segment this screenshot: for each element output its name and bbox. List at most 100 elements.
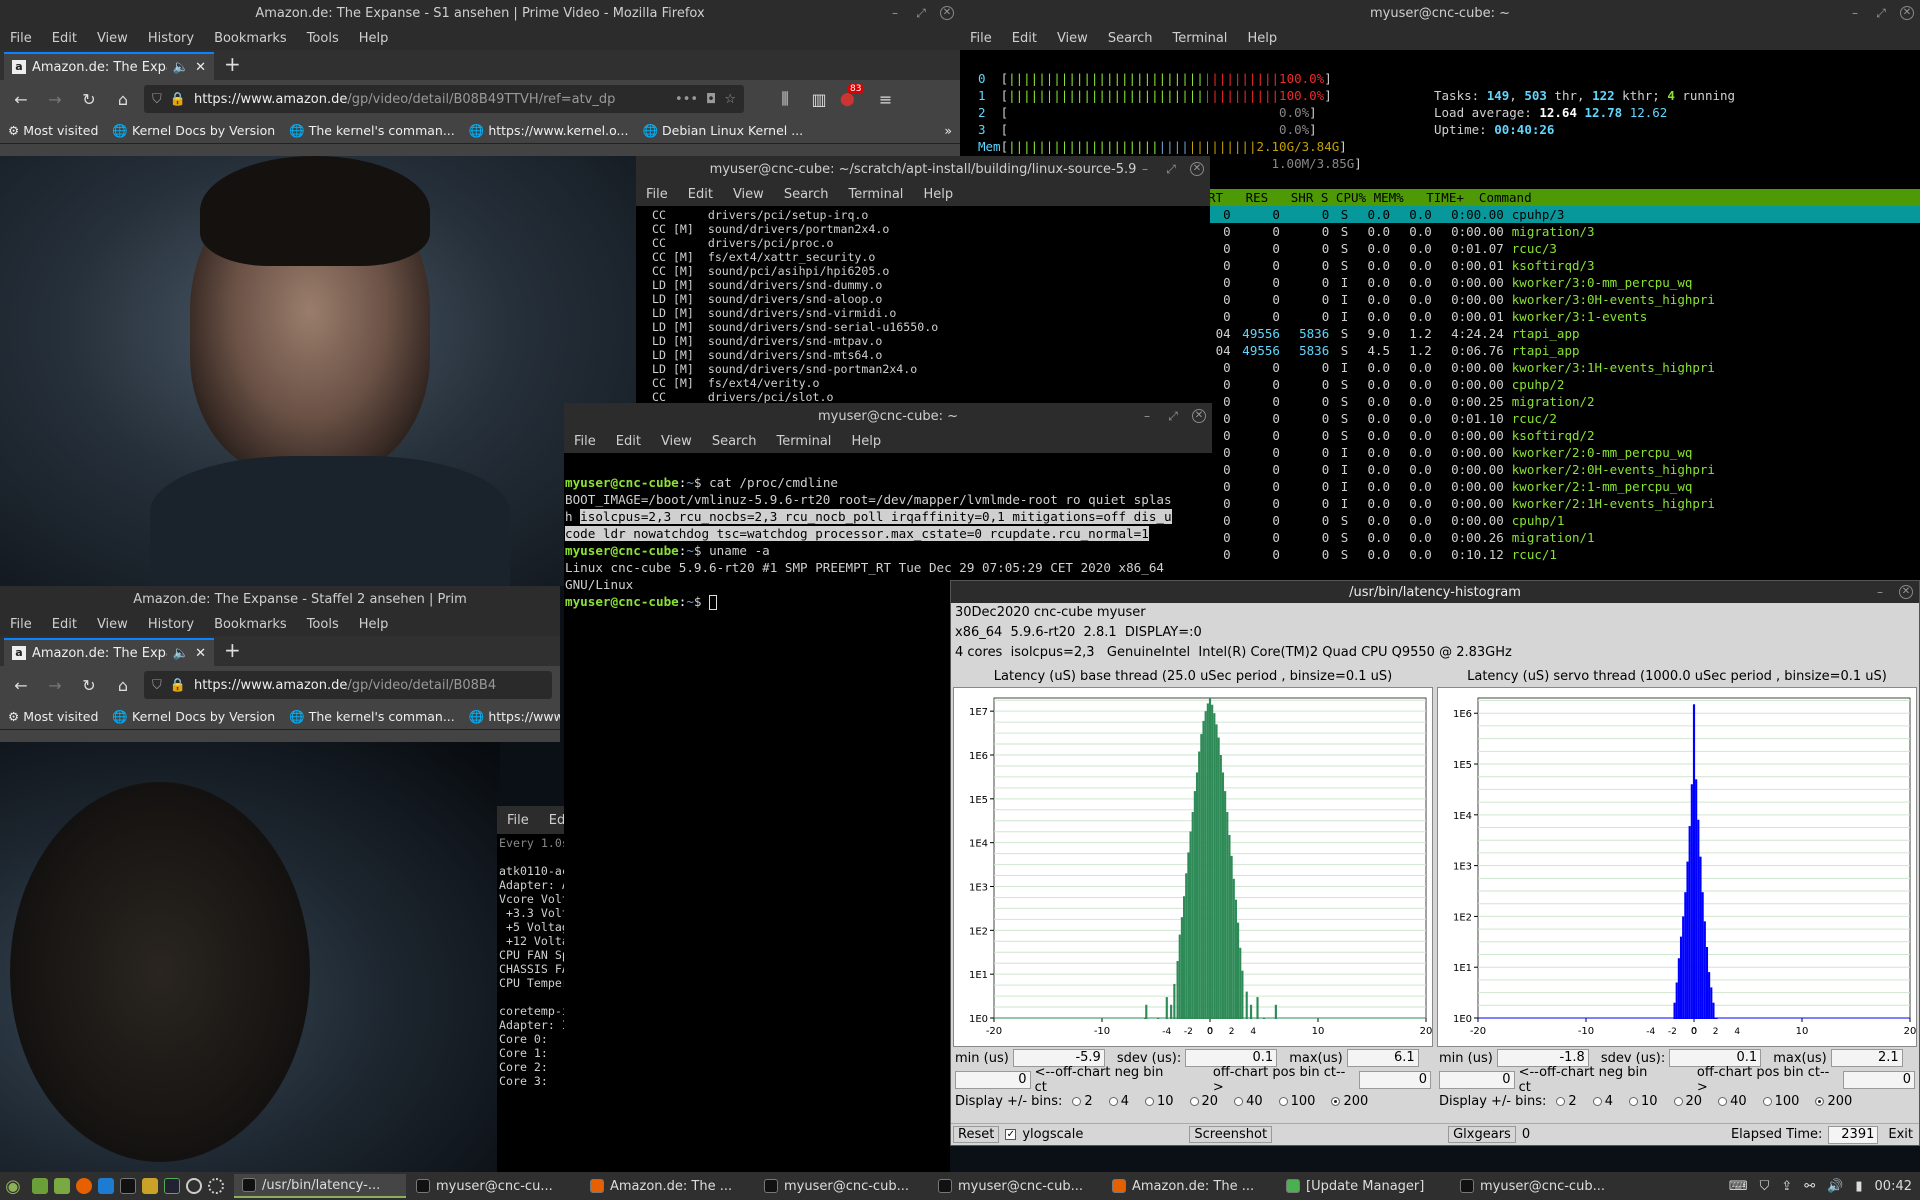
menu-help[interactable]: Help — [359, 617, 389, 632]
speaker-icon[interactable]: 🔈 — [173, 60, 189, 75]
menu-file[interactable]: File — [646, 187, 668, 202]
menu-file[interactable]: File — [10, 617, 32, 632]
process-row[interactable]: 04 49556 5836 S 4.5 1.2 0:06.76 rtapi_app — [1208, 342, 1920, 359]
minimize-icon[interactable]: – — [888, 6, 902, 20]
chevron-right-icon[interactable]: » — [944, 123, 952, 138]
taskbar-task[interactable]: myuser@cnc-cu... — [408, 1174, 580, 1198]
reload-icon[interactable]: ↻ — [76, 90, 102, 109]
star-icon[interactable]: ☆ — [724, 92, 736, 107]
keyboard-icon[interactable]: ⌨ — [1729, 1179, 1748, 1194]
menu-help[interactable]: Help — [359, 31, 389, 46]
hamburger-menu-icon[interactable]: ≡ — [873, 90, 899, 109]
minimize-icon[interactable]: – — [1873, 585, 1887, 599]
bins-radio-100[interactable] — [1762, 1097, 1772, 1106]
bins-radio-10[interactable] — [1628, 1097, 1638, 1106]
power-icon[interactable] — [186, 1178, 202, 1194]
process-row[interactable]: 0 0 0 S 0.0 0.0 0:00.01 ksoftirqd/3 — [1208, 257, 1920, 274]
bins-radio-200[interactable] — [1331, 1097, 1341, 1106]
process-row[interactable]: 0 0 0 I 0.0 0.0 0:00.00 kworker/2:0H-events_hig… — [1208, 461, 1920, 478]
menu-edit[interactable]: Edit — [52, 31, 77, 46]
pocket-icon[interactable]: ◘ — [706, 92, 716, 107]
shield-icon[interactable]: ⛉ — [152, 678, 162, 693]
new-tab-icon[interactable]: + — [214, 638, 251, 666]
menu-tools[interactable]: Tools — [307, 617, 339, 632]
taskbar-task[interactable]: myuser@cnc-cub... — [756, 1174, 928, 1198]
menu-view[interactable]: View — [661, 434, 692, 449]
forward-icon[interactable]: → — [42, 90, 68, 109]
tab-close-icon[interactable]: ✕ — [195, 60, 206, 75]
reload-icon[interactable]: ↻ — [76, 676, 102, 695]
process-row[interactable]: 0 0 0 S 0.0 0.0 0:00.00 ksoftirqd/2 — [1208, 427, 1920, 444]
menu-history[interactable]: History — [148, 617, 194, 632]
maximize-icon[interactable]: ⤢ — [1166, 409, 1180, 423]
bookmark-item[interactable]: 🌐 Kernel Docs by Version — [112, 123, 275, 139]
process-row[interactable]: 0 0 0 S 0.0 0.0 0:00.25 migration/2 — [1208, 393, 1920, 410]
reset-button[interactable]: Reset — [953, 1126, 1000, 1143]
menu-help[interactable]: Help — [851, 434, 881, 449]
speaker-icon[interactable]: 🔈 — [173, 646, 189, 661]
bookmark-item[interactable]: 🌐 https://www — [469, 709, 560, 725]
menu-view[interactable]: View — [97, 31, 128, 46]
tab-amazon[interactable]: aAmazon.de: The Expanse🔈✕ — [4, 638, 214, 666]
shield-icon[interactable]: ⛉ — [152, 92, 162, 107]
bins-radio-2[interactable] — [1072, 1097, 1082, 1106]
menu-file[interactable]: File — [10, 31, 32, 46]
bookmark-item[interactable]: 🌐 Debian Linux Kernel ... — [642, 123, 803, 139]
menu-edit[interactable]: Edit — [688, 187, 713, 202]
menu-search[interactable]: Search — [712, 434, 757, 449]
minimize-icon[interactable]: – — [1140, 409, 1154, 423]
back-icon[interactable]: ← — [8, 676, 34, 695]
network-icon[interactable]: ⚯ — [1804, 1179, 1815, 1194]
menu-search[interactable]: Search — [784, 187, 829, 202]
close-icon[interactable]: ✕ — [1899, 585, 1913, 599]
battery-icon[interactable]: ▮ — [1855, 1179, 1862, 1194]
process-row[interactable]: 0 0 0 S 0.0 0.0 0:00.26 migration/1 — [1208, 529, 1920, 546]
menu-edit[interactable]: Edit — [52, 617, 77, 632]
exit-button[interactable]: Exit — [1884, 1127, 1917, 1142]
firefox-icon[interactable] — [76, 1178, 92, 1194]
tab-close-icon[interactable]: ✕ — [195, 646, 206, 661]
home-icon[interactable]: ⌂ — [110, 90, 136, 109]
menu-search[interactable]: Search — [1108, 31, 1153, 46]
terminal-icon[interactable] — [120, 1178, 136, 1194]
close-icon[interactable]: ✕ — [1900, 6, 1914, 20]
sidebar-icon[interactable]: ▥ — [806, 90, 832, 109]
tools-icon[interactable] — [142, 1178, 158, 1194]
menu-edit[interactable]: Edit — [616, 434, 641, 449]
process-row[interactable]: 0 0 0 I 0.0 0.0 0:00.01 kworker/3:1-events — [1208, 308, 1920, 325]
bins-radio-20[interactable] — [1189, 1097, 1199, 1106]
title-bar[interactable]: /usr/bin/latency-histogram – ✕ — [951, 581, 1919, 603]
files-icon[interactable] — [54, 1178, 70, 1194]
title-bar[interactable]: myuser@cnc-cube: ~ – ⤢ ✕ — [564, 403, 1212, 429]
process-row[interactable]: 0 0 0 S 0.0 0.0 0:00.00 cpuhp/3 — [1208, 206, 1920, 223]
tab-amazon[interactable]: aAmazon.de: The Expanse🔈✕ — [4, 52, 214, 80]
taskbar-task[interactable]: Amazon.de: The ... — [582, 1174, 754, 1198]
title-bar[interactable]: myuser@cnc-cube: ~ – ⤢ ✕ — [960, 0, 1920, 26]
terminal-output[interactable]: CC drivers/pci/setup-irq.o CC [M] sound/d… — [636, 206, 1210, 406]
bins-radio-200[interactable] — [1815, 1097, 1825, 1106]
forward-icon[interactable]: → — [42, 676, 68, 695]
taskbar-task[interactable]: Amazon.de: The ... — [1104, 1174, 1276, 1198]
process-row[interactable]: 0 0 0 I 0.0 0.0 0:00.00 kworker/2:1-mm_percpu_w… — [1208, 478, 1920, 495]
process-row[interactable]: 0 0 0 S 0.0 0.0 0:10.12 rcuc/1 — [1208, 546, 1920, 563]
extension-icon[interactable]: ⬤ 83 — [840, 83, 864, 107]
taskbar-task[interactable]: /usr/bin/latency-... — [234, 1174, 406, 1198]
menu-view[interactable]: View — [1057, 31, 1088, 46]
new-tab-icon[interactable]: + — [214, 52, 251, 80]
menu-terminal[interactable]: Terminal — [776, 434, 831, 449]
menu-bookmarks[interactable]: Bookmarks — [214, 617, 287, 632]
library-icon[interactable]: ⫼ — [772, 89, 798, 109]
taskbar-task[interactable]: myuser@cnc-cub... — [930, 1174, 1102, 1198]
process-row[interactable]: 04 49556 5836 S 9.0 1.2 4:24.24 rtapi_app — [1208, 325, 1920, 342]
base-neg-count[interactable]: 0 — [955, 1071, 1031, 1089]
bookmark-item[interactable]: ⚙ Most visited — [8, 709, 98, 724]
menu-view[interactable]: View — [97, 617, 128, 632]
menu-help[interactable]: Help — [1247, 31, 1277, 46]
process-row[interactable]: 0 0 0 I 0.0 0.0 0:00.00 kworker/2:1H-events_hig… — [1208, 495, 1920, 512]
minimize-icon[interactable]: – — [1138, 162, 1152, 176]
process-row[interactable]: 0 0 0 I 0.0 0.0 0:00.00 kworker/2:0-mm_percpu_w… — [1208, 444, 1920, 461]
ylogscale-checkbox[interactable]: ✓ — [1005, 1129, 1017, 1140]
home-icon[interactable]: ⌂ — [110, 676, 136, 695]
vscode-icon[interactable] — [98, 1178, 114, 1194]
maximize-icon[interactable]: ⤢ — [1164, 162, 1178, 176]
